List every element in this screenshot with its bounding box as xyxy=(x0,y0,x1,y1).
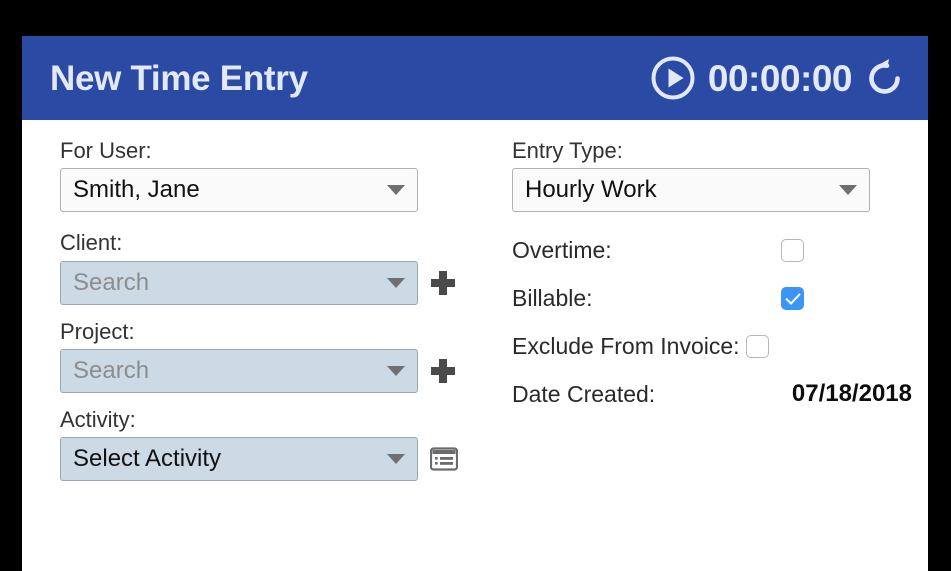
date-created-value: 07/18/2018 xyxy=(791,380,912,408)
screen-background: New Time Entry 00:00:00 For User: Smith,… xyxy=(0,0,951,571)
play-circle-icon[interactable] xyxy=(650,55,696,101)
add-client-button[interactable] xyxy=(430,270,456,296)
client-search-select[interactable]: Search xyxy=(60,260,418,305)
project-label: Project: xyxy=(60,318,135,344)
for-user-select[interactable]: Smith, Jane xyxy=(60,168,418,213)
card-body: For User: Smith, Jane Client: Search Pro… xyxy=(22,120,928,571)
for-user-row: Smith, Jane xyxy=(60,168,480,213)
project-row: Search xyxy=(60,348,480,393)
client-value: Search xyxy=(73,268,150,296)
for-user-label: For User: xyxy=(60,138,152,163)
project-value: Search xyxy=(73,356,150,384)
entry-type-row: Hourly Work xyxy=(512,168,912,213)
form-column-right: Entry Type: Hourly Work Overtime: Billab… xyxy=(512,138,912,418)
field-billable: Billable: xyxy=(512,274,912,322)
list-detail-icon[interactable] xyxy=(430,447,458,471)
for-user-value: Smith, Jane xyxy=(73,176,200,204)
form-column-left: For User: Smith, Jane Client: Search Pro… xyxy=(60,138,480,482)
page-title: New Time Entry xyxy=(50,58,308,98)
client-label: Client: xyxy=(60,230,123,256)
field-activity: Activity: Select Activity xyxy=(60,406,480,482)
billable-checkbox[interactable] xyxy=(781,286,804,310)
activity-select[interactable]: Select Activity xyxy=(60,437,418,482)
chevron-down-icon xyxy=(387,277,405,288)
date-created-label: Date Created: xyxy=(512,380,656,407)
exclude-from-invoice-checkbox[interactable] xyxy=(745,334,769,358)
field-client: Client: Search xyxy=(60,230,480,305)
field-project: Project: Search xyxy=(60,319,480,393)
activity-label: Activity: xyxy=(60,406,136,432)
entry-type-value: Hourly Work xyxy=(525,176,657,204)
overtime-checkbox[interactable] xyxy=(781,238,804,262)
client-row: Search xyxy=(60,260,480,305)
entry-type-label: Entry Type: xyxy=(512,138,623,163)
timer-group: 00:00:00 xyxy=(650,55,906,101)
chevron-down-icon xyxy=(387,185,405,196)
billable-label: Billable: xyxy=(512,284,593,311)
field-entry-type: Entry Type: Hourly Work xyxy=(512,138,912,213)
activity-row: Select Activity xyxy=(60,437,480,482)
new-time-entry-card: New Time Entry 00:00:00 For User: Smith,… xyxy=(22,36,928,571)
overtime-label: Overtime: xyxy=(512,236,612,263)
chevron-down-icon xyxy=(839,185,857,196)
project-search-select[interactable]: Search xyxy=(60,348,418,393)
chevron-down-icon xyxy=(387,454,405,465)
reset-arrow-icon[interactable] xyxy=(864,56,906,100)
activity-value: Select Activity xyxy=(73,445,222,473)
entry-type-select[interactable]: Hourly Work xyxy=(512,168,870,213)
timer-display: 00:00:00 xyxy=(707,57,853,99)
chevron-down-icon xyxy=(387,365,405,376)
field-for-user: For User: Smith, Jane xyxy=(60,138,480,213)
field-overtime: Overtime: xyxy=(512,226,912,274)
field-exclude-from-invoice: Exclude From Invoice: xyxy=(512,322,912,370)
exclude-from-invoice-label: Exclude From Invoice: xyxy=(512,332,740,359)
card-header: New Time Entry 00:00:00 xyxy=(22,36,928,120)
field-date-created: Date Created: 07/18/2018 xyxy=(512,370,912,418)
add-project-button[interactable] xyxy=(430,358,456,384)
